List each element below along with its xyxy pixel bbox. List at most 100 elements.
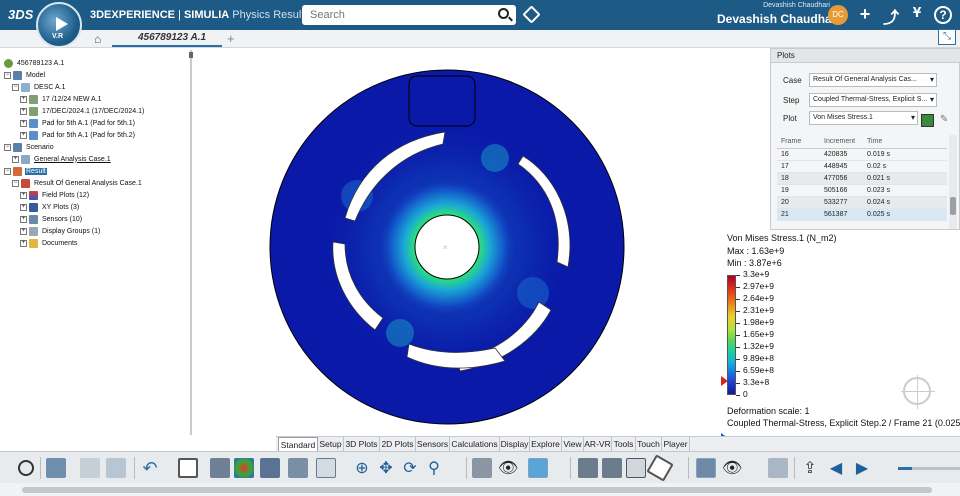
collapse-icon[interactable]: ⤡ [938,29,956,45]
copy-icon[interactable] [80,458,100,478]
tree-item-sensors[interactable]: + Sensors (10) [20,214,83,224]
home-icon[interactable]: ⌂ [94,32,101,46]
paste-icon[interactable] [106,458,126,478]
tree-item-documents[interactable]: + Documents [20,238,78,248]
case-select[interactable]: Result Of General Analysis Cas... [809,73,937,87]
tab-explore[interactable]: Explore [530,437,562,451]
sensor-tool-icon[interactable] [288,458,308,478]
expand-toggle[interactable]: + [20,191,27,199]
expand-toggle[interactable]: + [20,203,27,211]
database-icon[interactable] [578,458,598,478]
expand-toggle[interactable]: + [20,119,27,127]
table-row[interactable]: 18 477056 0.021 s [777,173,947,185]
multi-window-icon[interactable] [768,458,788,478]
tab-tools[interactable]: Tools [612,437,636,451]
user-name[interactable]: Devashish Chaudhari [717,12,840,26]
pan-icon[interactable]: ✥ [376,458,396,478]
avatar[interactable]: DC [828,5,848,25]
step-back-icon[interactable]: ◀ [826,458,846,478]
tree-item-new[interactable]: +17 /12/24 NEW A.1 [20,94,103,104]
plot-options-icon[interactable] [921,114,934,127]
expand-toggle[interactable]: + [20,227,27,235]
expand-toggle[interactable]: + [20,131,27,139]
tab-view[interactable]: View [562,437,584,451]
expand-toggle[interactable]: + [20,239,27,247]
3ds-logo[interactable]: 3DS [8,7,33,22]
step-select[interactable]: Coupled Thermal-Stress, Explicit S... [809,93,937,107]
tree-item-xy-plots[interactable]: + XY Plots (3) [20,202,80,212]
tree-scrollbar[interactable] [190,50,192,435]
hexagon-icon[interactable] [646,454,674,482]
tree-root[interactable]: 456789123 A.1 [4,58,65,68]
tree-item-result-of[interactable]: − Result Of General Analysis Case.1 [12,178,143,188]
animation-speed-slider[interactable] [898,467,960,470]
expand-toggle[interactable]: + [20,107,27,115]
tree-item-pad2[interactable]: + Pad for 5th A.1 (Pad for 5th.2) [20,130,136,140]
catalog-icon[interactable] [46,458,66,478]
frame-table-scrollbar[interactable] [949,135,957,229]
add-icon[interactable]: + [854,4,876,25]
filter-icon[interactable] [626,458,646,478]
tree-item-result[interactable]: − Result [4,166,47,176]
plots-panel-tab[interactable]: Plots [771,49,960,63]
layers-icon[interactable] [696,458,716,478]
tree-item-dec[interactable]: +17/DEC/2024.1 (17/DEC/2024.1) [20,106,145,116]
tab-ar-vr[interactable]: AR-VR [584,437,612,451]
hide-show-icon[interactable]: 👁 [722,458,742,478]
tree-item-model[interactable]: − Model [4,70,46,80]
tree-item-desc[interactable]: − DESC A.1 [12,82,67,92]
capture-icon[interactable] [260,458,280,478]
tree-item-scenario[interactable]: − Scenario [4,142,55,152]
share-icon[interactable]: ⤴ [880,4,902,28]
share-export-icon[interactable]: ⇪ [800,458,820,478]
tab-standard[interactable]: Standard [278,437,318,451]
tab-2d-plots[interactable]: 2D Plots [380,437,416,451]
collapse-toggle[interactable]: − [4,167,11,175]
scroll-thumb[interactable] [22,487,932,493]
tab-sensors[interactable]: Sensors [416,437,450,451]
tab-touch[interactable]: Touch [636,437,662,451]
collapse-toggle[interactable]: − [12,83,19,91]
tree-item-display-groups[interactable]: + Display Groups (1) [20,226,101,236]
add-tab-button[interactable]: + [227,31,235,46]
search-icon[interactable] [498,8,509,19]
undo-icon[interactable]: ↶ [140,458,160,478]
expand-toggle[interactable]: + [12,155,19,163]
rotate-icon[interactable]: ⟳ [400,458,420,478]
tree-item-pad1[interactable]: + Pad for 5th A.1 (Pad for 5th.1) [20,118,136,128]
collapse-toggle[interactable]: − [4,143,11,151]
zoom-icon[interactable]: ⊕ [352,458,372,478]
tab-display[interactable]: Display [500,437,530,451]
camera-icon[interactable] [472,458,492,478]
visibility-icon[interactable]: 👁 [498,458,518,478]
compass-widget[interactable]: V.R [36,2,82,48]
search-view-icon[interactable]: ⚲ [424,458,444,478]
export-icon[interactable] [210,458,230,478]
contour-plot-icon[interactable] [234,458,254,478]
search-input[interactable] [302,5,516,25]
robot-compass-icon[interactable] [901,375,935,409]
tag-icon[interactable] [522,5,541,24]
help-icon[interactable]: ? [934,6,952,24]
step-forward-icon[interactable]: ▶ [852,458,872,478]
apps-icon[interactable]: Ұ [906,4,928,21]
tree-scroll-thumb[interactable] [189,52,193,58]
bottom-scrollbar[interactable] [0,483,960,496]
collapse-toggle[interactable]: − [12,179,19,187]
table-row[interactable]: 20 533277 0.024 s [777,197,947,209]
settings-gear-icon[interactable] [602,458,622,478]
expand-toggle[interactable]: + [20,215,27,223]
table-row[interactable]: 19 505166 0.023 s [777,185,947,197]
tab-3d-plots[interactable]: 3D Plots [344,437,380,451]
view-mode-icon[interactable] [528,458,548,478]
collapse-toggle[interactable]: − [4,71,11,79]
scroll-thumb[interactable] [950,197,956,215]
tab-calculations[interactable]: Calculations [450,437,500,451]
table-row-selected[interactable]: 21 561387 0.025 s [777,209,947,221]
zoom-area-icon[interactable] [18,460,34,476]
tab-document[interactable]: 456789123 A.1 [112,31,222,47]
table-row[interactable]: 16 420835 0.019 s [777,149,947,161]
tab-setup[interactable]: Setup [318,437,344,451]
edit-icon[interactable]: ✎ [940,114,948,125]
expand-toggle[interactable]: + [20,95,27,103]
